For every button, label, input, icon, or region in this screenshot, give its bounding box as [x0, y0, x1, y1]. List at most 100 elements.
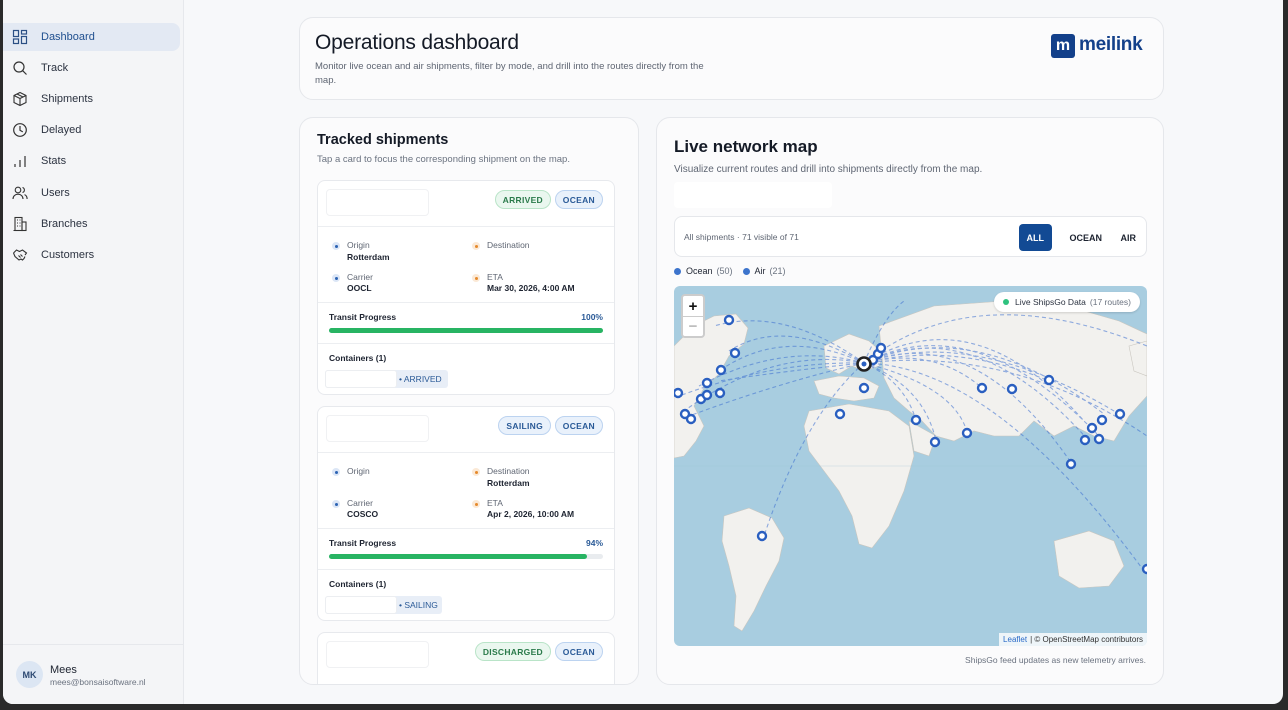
visible-count: All shipments · 71 visible of 71 [684, 232, 799, 242]
sidebar-item-label: Users [41, 187, 70, 199]
filter-ocean-button[interactable]: OCEAN [1061, 224, 1110, 251]
shipment-marker[interactable] [858, 382, 870, 394]
container-chip[interactable]: • SAILING [325, 596, 442, 614]
containers-label: Containers (1) [329, 353, 387, 363]
live-label: Live ShipsGo Data [1015, 297, 1086, 307]
header-card: Operations dashboard Monitor live ocean … [299, 17, 1164, 100]
sidebar-item-users[interactable]: Users [3, 179, 180, 207]
clock-icon [11, 121, 29, 139]
shipment-marker[interactable] [723, 314, 735, 326]
zoom-in-button[interactable]: + [683, 296, 703, 316]
carrier-icon [332, 500, 340, 508]
zoom-out-button[interactable]: − [683, 316, 703, 336]
bar-chart-icon [11, 152, 29, 170]
filter-all-button[interactable]: ALL [1018, 224, 1052, 251]
origin-label: Origin [347, 466, 370, 476]
progress-fill [329, 328, 603, 333]
container-chip[interactable]: • ARRIVED [325, 370, 448, 388]
sidebar-item-label: Branches [41, 218, 88, 230]
osm-attribution: | © OpenStreetMap contributors [1030, 635, 1143, 644]
sidebar-item-label: Dashboard [41, 31, 95, 43]
sidebar-item-stats[interactable]: Stats [3, 147, 180, 175]
shipment-marker[interactable] [1006, 383, 1018, 395]
sidebar-item-customers[interactable]: Customers [3, 241, 180, 269]
feed-note: ShipsGo feed updates as new telemetry ar… [965, 655, 1146, 665]
sidebar-item-dashboard[interactable]: Dashboard [3, 23, 180, 51]
sidebar-item-branches[interactable]: Branches [3, 210, 180, 238]
shipment-card[interactable]: SAILING OCEAN Origin Destination Rotterd… [317, 406, 615, 621]
zoom-control: + − [681, 294, 705, 338]
section-title: Tracked shipments [317, 132, 449, 148]
sidebar-item-delayed[interactable]: Delayed [3, 116, 180, 144]
carrier-value: COSCO [347, 509, 379, 519]
shipment-marker[interactable] [1141, 563, 1147, 575]
status-badge: DISCHARGED [474, 642, 551, 661]
user-profile[interactable]: MK Mees mees@bonsaisoftware.nl [3, 644, 184, 704]
shipment-marker[interactable] [1096, 414, 1108, 426]
shipment-marker[interactable] [1043, 374, 1055, 386]
progress-percent: 100% [581, 312, 603, 322]
shipment-marker[interactable] [834, 408, 846, 420]
carrier-label: Carrier [347, 272, 373, 282]
shipment-marker[interactable] [1093, 433, 1105, 445]
progress-label: Transit Progress [329, 312, 397, 322]
user-email: mees@bonsaisoftware.nl [50, 677, 146, 687]
origin-icon [332, 242, 340, 250]
destination-label: Destination [487, 240, 530, 250]
origin-value: Rotterdam [347, 252, 390, 262]
shipment-marker[interactable] [976, 382, 988, 394]
eta-label: ETA [487, 498, 503, 508]
sidebar-item-shipments[interactable]: Shipments [3, 85, 180, 113]
shipment-marker[interactable] [756, 530, 768, 542]
shipment-marker[interactable] [729, 347, 741, 359]
world-map[interactable]: + − Live ShipsGo Data (17 routes) Leafle… [674, 286, 1147, 646]
users-icon [11, 184, 29, 202]
shipment-marker[interactable] [674, 387, 684, 399]
origin-icon [332, 468, 340, 476]
legend-label: Ocean [686, 266, 713, 276]
sidebar-item-track[interactable]: Track [3, 54, 180, 82]
company-logo: m meilink [1051, 32, 1143, 60]
shipment-marker[interactable] [685, 413, 697, 425]
shipment-card[interactable]: ARRIVED OCEAN Origin Rotterdam Destinati… [317, 180, 615, 395]
progress-percent: 94% [585, 538, 603, 548]
carrier-label: Carrier [347, 498, 373, 508]
containers-label: Containers (1) [329, 579, 387, 589]
shipment-marker[interactable] [1079, 434, 1091, 446]
filter-air-button[interactable]: AIR [1113, 224, 1145, 251]
progress-bar [329, 328, 603, 333]
divider [318, 226, 614, 227]
user-name: Mees [50, 664, 77, 676]
shipment-marker[interactable] [1086, 422, 1098, 434]
eta-icon [472, 274, 480, 282]
sidebar-item-label: Stats [41, 155, 67, 167]
shipment-marker[interactable] [929, 436, 941, 448]
destination-icon [472, 242, 480, 250]
shipment-marker[interactable] [1114, 408, 1126, 420]
shipment-marker[interactable] [961, 427, 973, 439]
divider [318, 343, 614, 344]
map-canvas [674, 300, 1147, 632]
shipment-marker[interactable] [701, 377, 713, 389]
eta-icon [472, 500, 480, 508]
shipment-marker[interactable] [910, 414, 922, 426]
origin-label: Origin [347, 240, 370, 250]
shipment-card[interactable]: DISCHARGED OCEAN [317, 632, 615, 684]
sidebar-item-label: Shipments [41, 93, 93, 105]
africa-land [803, 403, 915, 549]
shipment-marker[interactable] [701, 389, 713, 401]
shipment-marker[interactable] [715, 364, 727, 376]
leaflet-link[interactable]: Leaflet [1003, 635, 1027, 644]
status-badge: ARRIVED [494, 190, 551, 209]
australia-land [1053, 530, 1125, 589]
divider [318, 452, 614, 453]
avatar: MK [16, 661, 43, 688]
south-america-land [721, 507, 785, 632]
live-map-card: Live network map Visualize current route… [656, 117, 1164, 685]
shipment-marker[interactable] [875, 342, 887, 354]
redacted-origin [345, 478, 397, 488]
shipment-marker[interactable] [714, 387, 726, 399]
shipment-marker[interactable] [1065, 458, 1077, 470]
progress-label: Transit Progress [329, 538, 397, 548]
redacted-field [674, 182, 832, 208]
